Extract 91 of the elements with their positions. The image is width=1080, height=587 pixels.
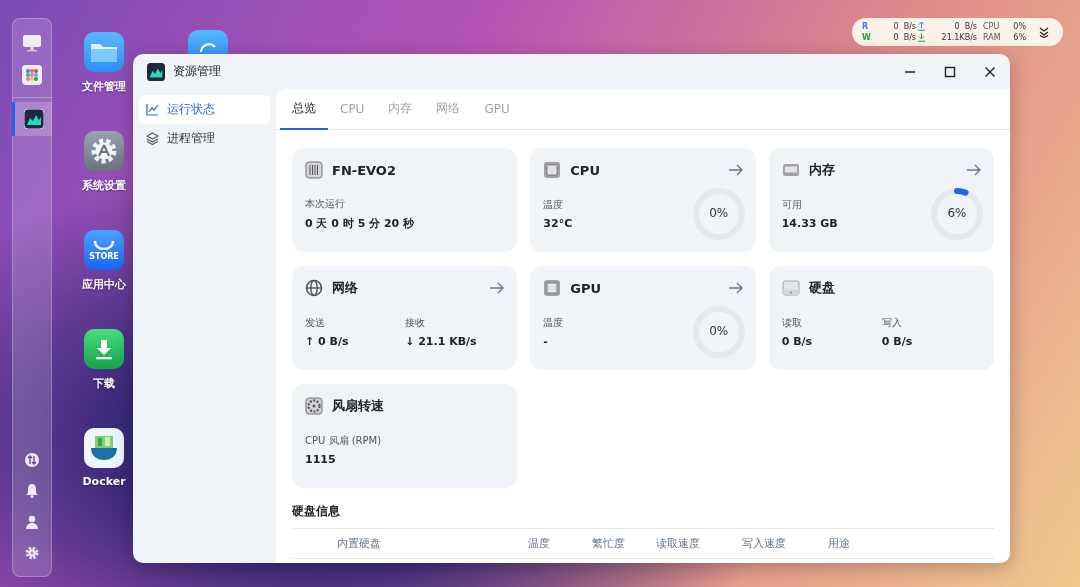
app-grid-icon [22,65,42,85]
window-title: 资源管理 [173,63,221,80]
sync-icon[interactable] [188,30,228,54]
card-title: 内存 [808,161,835,179]
stat-value: 32°C [543,217,574,230]
dock-item[interactable] [12,102,52,136]
network-rate: 0 B/s [953,22,977,31]
chart-icon [23,109,44,129]
stat-label: 接收 [405,316,427,330]
fan-icon [305,397,323,415]
icon-label: 应用中心 [82,277,126,293]
settings-icon[interactable] [25,545,39,560]
upload-icon [918,22,925,31]
stat-label: 发送 [305,316,326,330]
close-icon[interactable] [984,65,996,78]
sidebar-item[interactable]: 运行状态 [139,95,270,124]
folder-icon[interactable] [84,32,124,72]
tab[interactable]: GPU [472,89,522,130]
stat-label: 本次运行 [305,197,346,211]
memory-icon [781,163,800,177]
column-header: 温度 [528,536,550,551]
tab[interactable]: 网络 [424,89,473,130]
card-title: 风扇转速 [332,397,384,415]
whale-icon[interactable] [84,428,124,468]
column-header: 内置硬盘 [337,536,381,551]
gauge-reading: 0% [708,206,730,220]
icon-label: Docker [82,475,126,490]
gauge-reading: 0% [708,324,730,338]
column-header: 用途 [828,536,850,551]
arrow-right-icon[interactable] [489,282,506,294]
icon-label: 文件管理 [82,79,126,95]
card-title: CPU [570,162,600,178]
tab[interactable]: CPU [328,89,377,130]
gauge-reading: 6% [946,206,968,220]
tab[interactable]: 内存 [376,89,425,130]
column-header: 读取速度 [656,536,700,551]
metric-value: 0% [1012,22,1026,31]
download-icon[interactable] [84,329,124,369]
section-title: 硬盘信息 [292,503,341,520]
server-icon [305,161,323,179]
shopping-bag-icon[interactable]: STORE [84,230,124,270]
arrow-right-icon[interactable] [966,164,982,176]
card-title: 网络 [332,279,358,297]
stat-value: 0 天 0 时 5 分 20 秒 [305,216,416,231]
transfer-icon[interactable] [25,452,39,467]
io-label: W [862,33,872,42]
stat-value: 14.33 GB [781,217,839,230]
maximize-icon[interactable] [944,65,956,78]
chip-icon [543,161,562,179]
download-icon [918,33,925,42]
layers-icon [146,132,159,145]
disk-rate: 0 B/s [892,33,916,42]
globe-icon [305,279,323,297]
card-title: GPU [570,280,602,296]
stat-value: 0 B/s [781,335,814,348]
tab[interactable]: 总览 [280,89,328,130]
stat-label: 可用 [781,198,803,212]
chip-icon [543,279,562,297]
card-title: FN-EVO2 [332,162,396,178]
stat-value: 1115 [305,453,337,466]
stat-label: 写入 [881,316,903,330]
stat-value: - [543,335,549,348]
stat-label: CPU 风扇 (RPM) [305,434,383,448]
stat-label: 温度 [543,316,565,330]
io-label: R [862,22,870,31]
icon-label: 系统设置 [82,178,126,194]
sidebar-item[interactable]: 进程管理 [139,124,270,153]
stat-label: 温度 [543,198,565,212]
card-title: 硬盘 [808,279,835,297]
stat-label: 读取 [781,316,803,330]
network-rate: 21.1KB/s [940,33,977,42]
gear-icon[interactable] [84,131,124,171]
icon-label: 下载 [93,376,115,392]
bell-icon[interactable] [25,483,39,498]
arrow-right-icon[interactable] [727,164,744,176]
metric-label: RAM [982,33,1002,42]
line-chart-icon [146,103,159,116]
column-header: 写入速度 [742,536,786,551]
app-icon [147,62,165,81]
expand-icon[interactable] [1039,27,1049,38]
gauge-ring [930,187,984,241]
metric-value: 6% [1012,33,1026,42]
stat-value: ↑ 0 B/s [305,335,350,348]
disk-rate: 0 B/s [892,22,916,31]
monitor-icon [22,34,42,52]
arrow-right-icon[interactable] [727,282,744,294]
stat-value: 0 B/s [881,335,914,348]
column-header: 繁忙度 [592,536,625,551]
user-icon[interactable] [25,514,39,529]
metric-label: CPU [982,22,1001,31]
stat-value: ↓ 21.1 KB/s [405,335,478,348]
